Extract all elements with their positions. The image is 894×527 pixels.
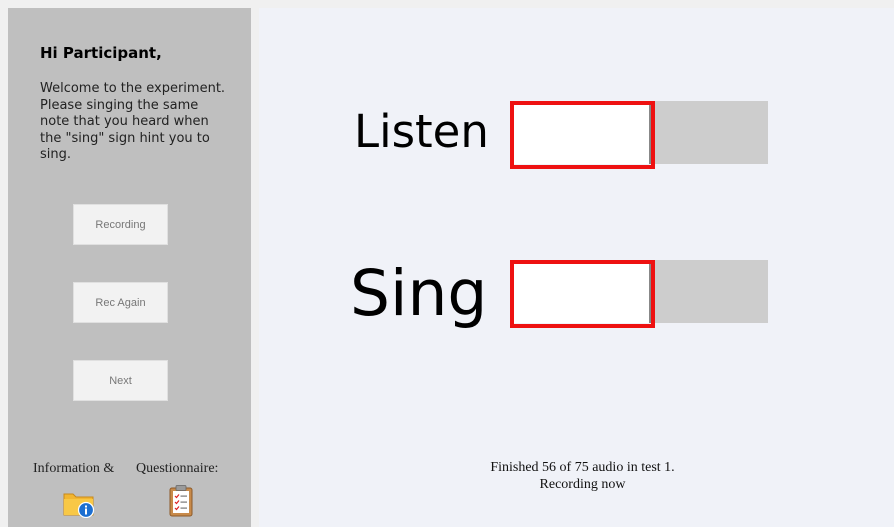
intro-line: sing. [40,147,72,162]
intro-line: Welcome to the experiment. [40,81,226,96]
intro-text: Welcome to the experiment. Please singin… [40,81,230,164]
sing-highlight-frame [510,260,655,328]
listen-meter [510,101,768,169]
folder-info-icon[interactable] [63,488,95,523]
sing-label: Sing [350,257,488,330]
listen-label: Listen [354,105,489,158]
sidebar-panel: Hi Participant, Welcome to the experimen… [8,8,251,527]
rec-again-button[interactable]: Rec Again [73,282,168,323]
information-label: Information & [33,461,115,476]
intro-line: the "sing" sign hint you to [40,130,210,146]
app-window: Hi Participant, Welcome to the experimen… [0,0,894,527]
sing-meter [510,260,768,328]
questionnaire-label: Questionnaire: [136,461,219,476]
main-panel: Listen Sing Finished 56 of 75 audio in t… [259,8,894,527]
clipboard-checklist-icon[interactable] [168,484,194,523]
next-button[interactable]: Next [73,360,168,401]
greeting-heading: Hi Participant, [40,44,162,62]
recording-button[interactable]: Recording [73,204,168,245]
listen-highlight-frame [510,101,655,169]
status-progress-line: Finished 56 of 75 audio in test 1. [490,460,675,475]
intro-line: note that you heard when [40,114,209,129]
intro-line: Please singing the same [40,97,199,113]
status-recording-line: Recording now [539,477,626,492]
status-text: Finished 56 of 75 audio in test 1. Recor… [259,459,894,493]
